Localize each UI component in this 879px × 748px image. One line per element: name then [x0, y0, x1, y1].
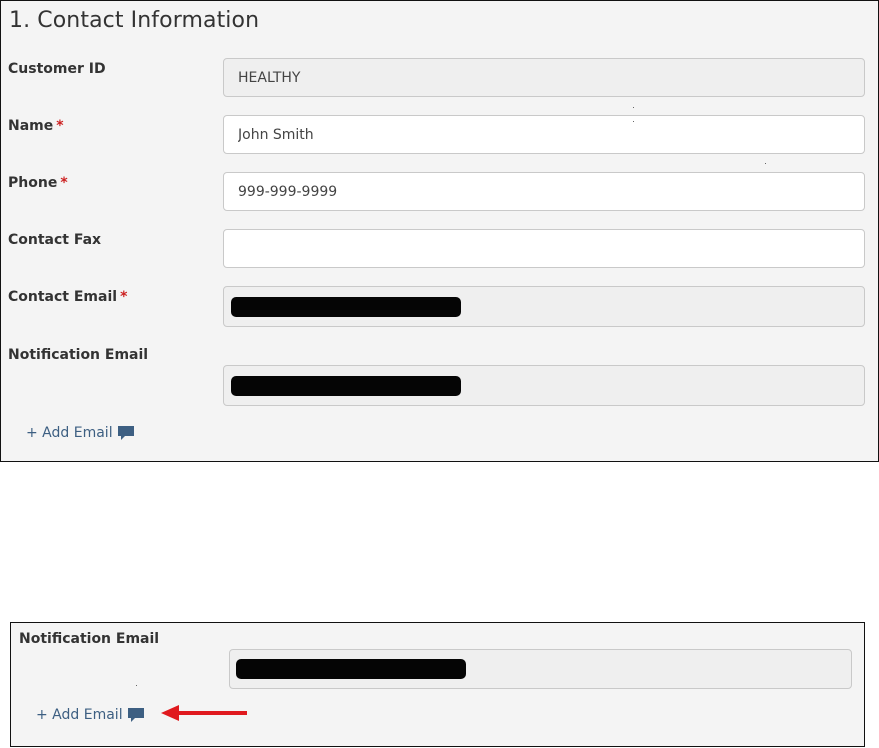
contact-fax-field[interactable]	[223, 229, 865, 268]
comment-icon	[117, 426, 134, 440]
redaction-bar	[231, 376, 461, 396]
stray-speck	[633, 107, 634, 108]
zoom-notification-email-label: Notification Email	[19, 631, 160, 647]
contact-email-label: Contact Email *	[8, 289, 128, 305]
zoom-notification-email-field[interactable]	[229, 649, 852, 689]
customer-id-field[interactable]	[223, 58, 865, 97]
zoom-add-email-label: + Add Email	[36, 707, 123, 723]
contact-email-field[interactable]	[223, 286, 865, 327]
notification-email-field[interactable]	[223, 365, 865, 406]
redaction-bar	[231, 297, 461, 317]
add-email-link[interactable]: + Add Email	[26, 425, 135, 441]
phone-field[interactable]	[223, 172, 865, 211]
red-arrow-icon	[161, 705, 247, 721]
zoomed-detail-panel: Notification Email + Add Email	[10, 622, 865, 747]
required-marker: *	[120, 289, 128, 305]
stray-speck	[765, 163, 766, 164]
phone-label: Phone *	[8, 175, 68, 191]
zoom-add-email-link[interactable]: + Add Email	[36, 707, 145, 723]
required-marker: *	[60, 175, 68, 191]
customer-id-label: Customer ID	[8, 61, 106, 77]
section-title: 1. Contact Information	[9, 8, 260, 33]
contact-fax-label: Contact Fax	[8, 232, 102, 248]
notification-email-label: Notification Email	[8, 347, 149, 363]
contact-information-panel: 1. Contact Information Customer ID Name*…	[0, 0, 879, 462]
redaction-bar	[236, 659, 466, 679]
required-marker: *	[56, 118, 64, 134]
stray-speck	[136, 685, 137, 686]
name-label: Name *	[8, 118, 64, 134]
comment-icon	[127, 708, 144, 722]
name-field[interactable]	[223, 115, 865, 154]
add-email-label: + Add Email	[26, 425, 113, 441]
stray-speck	[633, 121, 634, 122]
